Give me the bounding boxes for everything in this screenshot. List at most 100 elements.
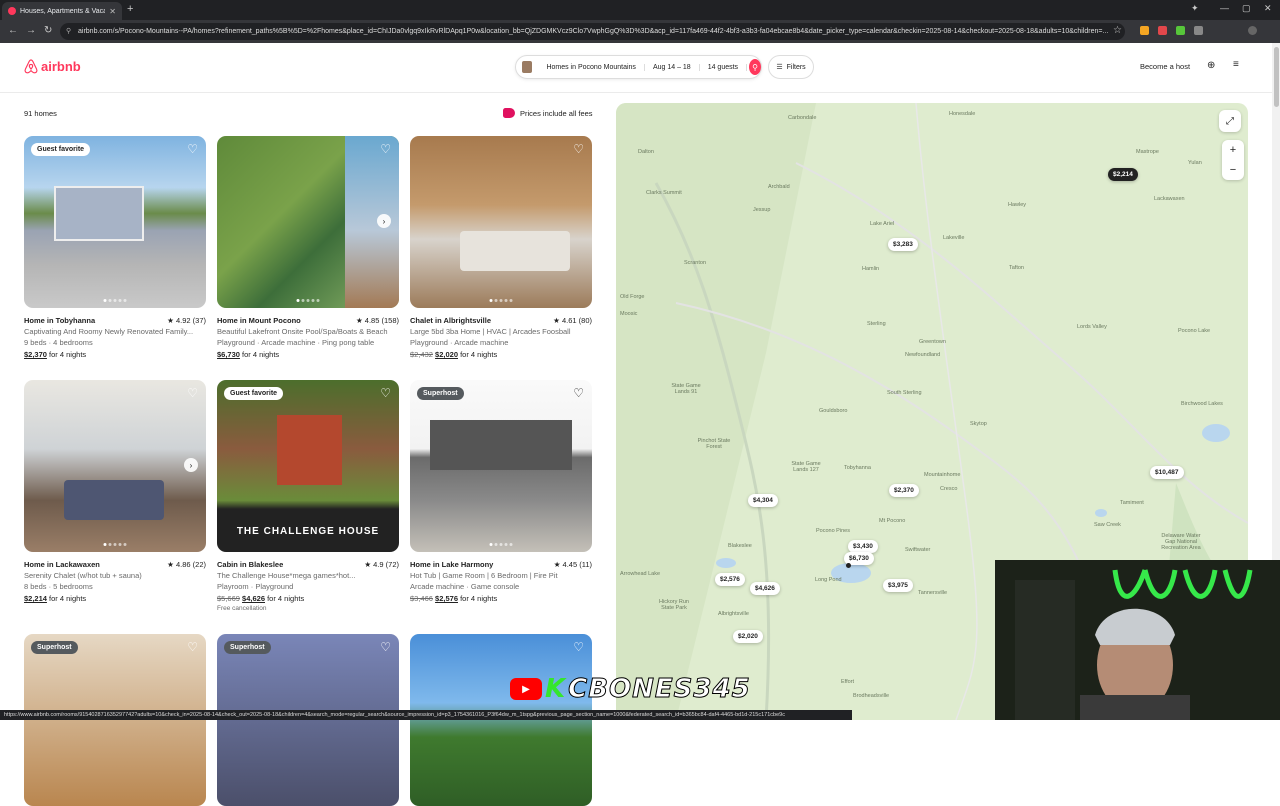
listing-price: $2,214 for 4 nights — [24, 594, 87, 603]
map-price-pin[interactable]: $2,576 — [715, 573, 745, 586]
reload-icon[interactable]: ↻ — [44, 25, 52, 36]
listing-title: Home in Lackawaxen — [24, 560, 100, 569]
map-park-label: Hickory Run State Park — [659, 599, 689, 611]
listing-photo[interactable]: Guest favorite ♡ — [24, 136, 206, 308]
challenge-house-sign: THE CHALLENGE HOUSE — [236, 526, 380, 537]
close-tab-icon[interactable]: ✕ — [109, 7, 116, 16]
heart-icon[interactable]: ♡ — [380, 142, 391, 156]
bookmark-star-icon[interactable]: ☆ — [1113, 25, 1122, 36]
globe-icon[interactable]: ⊕ — [1207, 60, 1215, 71]
map-price-pin[interactable]: $2,370 — [889, 484, 919, 497]
listing-price: $3,466 $2,576 for 4 nights — [410, 594, 498, 603]
map-town-label: Archbald — [768, 184, 790, 190]
expand-map-icon[interactable]: ⤢ — [1219, 110, 1241, 132]
next-photo-button[interactable]: › — [377, 214, 391, 228]
listing-card[interactable]: Guest favorite ♡ Home in Tobyhanna ★ 4.92… — [24, 136, 206, 359]
map-town-label: Cresco — [940, 486, 958, 492]
zoom-out-icon[interactable]: − — [1222, 160, 1244, 180]
listing-photo[interactable]: ♡ › — [217, 136, 399, 308]
heart-icon[interactable]: ♡ — [187, 640, 198, 654]
map-town-label: Lake Ariel — [870, 221, 895, 227]
profile-icon[interactable]: ✦ — [1191, 3, 1199, 14]
zoom-in-icon[interactable]: + — [1222, 140, 1244, 160]
extension-icon[interactable] — [1176, 26, 1185, 35]
channel-name: CBONES345 — [568, 674, 751, 705]
map-price-pin[interactable]: $2,214 — [1108, 168, 1138, 181]
heart-icon[interactable]: ♡ — [187, 142, 198, 156]
forward-icon[interactable]: → — [26, 25, 36, 36]
listing-card[interactable]: Superhost ♡ — [217, 634, 399, 806]
map-town-label: Albrightsville — [718, 611, 749, 617]
airbnb-favicon-icon — [8, 7, 16, 15]
map-town-label: Mountainhome — [924, 472, 961, 478]
profile-avatar-icon[interactable] — [1248, 26, 1257, 35]
search-bar[interactable]: Homes in Pocono Mountains Aug 14 – 18 14… — [515, 55, 762, 79]
listing-details: Playground · Arcade machine · Ping pong … — [217, 338, 375, 347]
search-button[interactable]: ⚲ — [749, 59, 761, 75]
heart-icon[interactable]: ♡ — [380, 386, 391, 400]
extension-icon[interactable] — [1140, 26, 1149, 35]
extension-icon[interactable] — [1194, 26, 1203, 35]
listing-photo[interactable]: Superhost ♡ — [410, 380, 592, 552]
heart-icon[interactable]: ♡ — [187, 386, 198, 400]
listing-details: Arcade machine · Game console — [410, 582, 520, 591]
url-field[interactable]: ⚲ airbnb.com/s/Pocono-Mountains--PA/home… — [60, 23, 1125, 40]
listing-photo[interactable]: ♡ — [410, 136, 592, 308]
next-photo-button[interactable]: › — [184, 458, 198, 472]
map-price-pin[interactable]: $2,020 — [733, 630, 763, 643]
close-window-icon[interactable]: ✕ — [1264, 3, 1272, 14]
back-icon[interactable]: ← — [8, 25, 18, 36]
heart-icon[interactable]: ♡ — [573, 142, 584, 156]
listing-photo[interactable]: ♡ › — [24, 380, 206, 552]
zoom-controls: + − — [1222, 140, 1244, 180]
heart-icon[interactable]: ♡ — [573, 640, 584, 654]
map-price-pin[interactable]: $10,487 — [1150, 466, 1184, 479]
listing-card[interactable]: ♡ › Home in Lackawaxen ★ 4.86 (22) Sereni… — [24, 380, 206, 603]
map-price-pin[interactable]: $3,975 — [883, 579, 913, 592]
carousel-dots — [103, 543, 127, 546]
search-dates[interactable]: Aug 14 – 18 — [645, 63, 700, 71]
maximize-icon[interactable]: ▢ — [1242, 3, 1251, 14]
prices-note: Prices include all fees — [520, 108, 593, 118]
listing-card[interactable]: ♡ — [410, 634, 592, 806]
map-town-label: Hamlin — [862, 266, 880, 272]
site-info-icon[interactable]: ⚲ — [66, 27, 71, 35]
heart-icon[interactable]: ♡ — [380, 640, 391, 654]
listing-rating: ★ 4.85 (158) — [355, 316, 399, 325]
map-town-label: Blakeslee — [728, 543, 752, 549]
map-town-label: Pocono Lake — [1178, 328, 1211, 334]
map-price-pin[interactable]: $4,304 — [748, 494, 778, 507]
channel-branding: ▶ K CBONES345 — [510, 674, 751, 705]
listing-photo[interactable]: Superhost ♡ — [217, 634, 399, 806]
listing-photo[interactable]: ♡ — [410, 634, 592, 806]
search-guests[interactable]: 14 guests — [700, 63, 748, 71]
listing-card[interactable]: ♡ Chalet in Albrightsville ★ 4.61 (80) La… — [410, 136, 592, 359]
listing-title: Home in Lake Harmony — [410, 560, 494, 569]
prices-include-fees-toggle[interactable]: Prices include all fees — [503, 108, 593, 118]
map-price-pin[interactable]: $4,626 — [750, 582, 780, 595]
minimize-icon[interactable]: — — [1220, 3, 1229, 13]
map-price-pin[interactable]: $3,283 — [888, 238, 918, 251]
browser-tab[interactable]: Houses, Apartments & Vacation... ✕ — [2, 2, 122, 20]
listing-description: Hot Tub | Game Room | 6 Bedroom | Fire P… — [410, 571, 558, 580]
extension-icon[interactable] — [1158, 26, 1167, 35]
listing-photo[interactable]: Superhost ♡ — [24, 634, 206, 806]
listing-card[interactable]: THE CHALLENGE HOUSE Guest favorite ♡ Cab… — [217, 380, 399, 612]
hamburger-menu-icon[interactable]: ≡ — [1233, 59, 1239, 70]
airbnb-logo[interactable]: airbnb — [24, 59, 81, 74]
cabin-illustration — [277, 415, 342, 485]
map-town-label: Lackawaxen — [1154, 196, 1185, 202]
listing-photo[interactable]: THE CHALLENGE HOUSE Guest favorite ♡ — [217, 380, 399, 552]
listing-card[interactable]: Superhost ♡ — [24, 634, 206, 806]
new-tab-icon[interactable]: + — [127, 3, 133, 15]
guest-favorite-badge: Guest favorite — [224, 387, 284, 400]
listing-rating: ★ 4.9 (72) — [364, 560, 399, 569]
filters-button[interactable]: ☰ Filters — [768, 55, 814, 79]
listing-card[interactable]: Superhost ♡ Home in Lake Harmony ★ 4.45 (… — [410, 380, 592, 603]
listing-card[interactable]: ♡ › Home in Mount Pocono ★ 4.85 (158) Bea… — [217, 136, 399, 359]
listing-title: Home in Mount Pocono — [217, 316, 301, 325]
heart-icon[interactable]: ♡ — [573, 386, 584, 400]
search-location[interactable]: Homes in Pocono Mountains — [538, 63, 645, 71]
scrollbar-thumb[interactable] — [1273, 47, 1279, 107]
become-host-link[interactable]: Become a host — [1140, 62, 1190, 71]
